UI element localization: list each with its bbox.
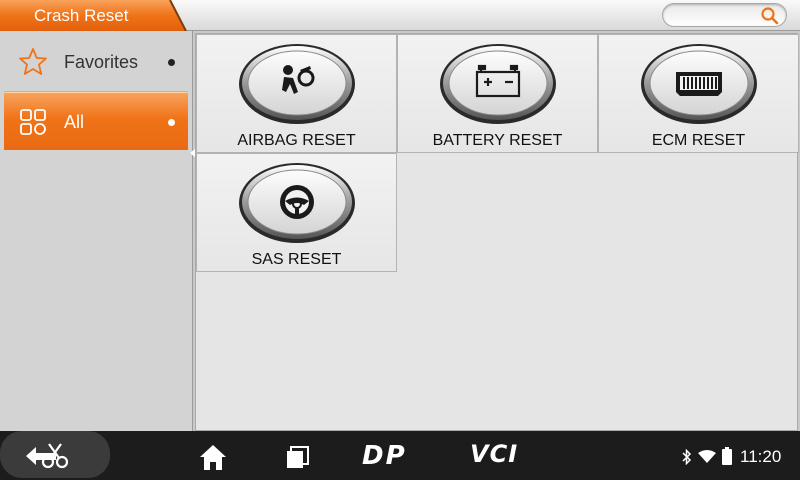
sidebar-item-favorites[interactable]: Favorites (4, 33, 188, 91)
battery-reset-tile[interactable]: BATTERY RESET (397, 34, 598, 153)
navigation-bar: DP VCI 11:20 (0, 431, 800, 480)
sidebar-item-dot (168, 59, 175, 66)
tile-label: BATTERY RESET (432, 132, 563, 149)
function-grid: AIRBAG RESET BATTERY RESET ECM RESET SAS… (195, 33, 799, 431)
dp-logo[interactable]: DP (362, 441, 422, 471)
sidebar-item-label: Favorites (64, 52, 139, 72)
screenshot-button[interactable] (0, 431, 110, 478)
grid-icon (20, 109, 46, 135)
recent-apps-icon[interactable] (284, 445, 312, 469)
vci-logo-text: VCI (470, 440, 519, 468)
ecm-connector-icon (676, 72, 722, 96)
airbag-reset-tile[interactable]: AIRBAG RESET (196, 34, 397, 153)
sidebar-item-dot (168, 119, 175, 126)
airbag-reset-button[interactable] (238, 42, 356, 124)
tile-label: SAS RESET (251, 251, 342, 268)
header-bar: Crash Reset (0, 0, 800, 31)
status-time: 11:20 (740, 447, 782, 466)
scissors-icon (41, 443, 69, 469)
steering-wheel-icon (280, 185, 314, 219)
dp-logo-text: DP (362, 441, 407, 471)
star-icon (19, 48, 47, 75)
ecm-reset-button[interactable] (640, 42, 758, 124)
tile-label: AIRBAG RESET (237, 132, 356, 149)
page-title: Crash Reset (34, 6, 129, 25)
wifi-icon (698, 450, 716, 463)
title-tab: Crash Reset (0, 0, 196, 31)
sidebar-item-all[interactable]: All (4, 92, 188, 150)
search-input[interactable] (662, 3, 787, 27)
battery-reset-button[interactable] (439, 42, 557, 124)
sidebar-item-label: All (64, 112, 85, 132)
sidebar: Favorites All (0, 31, 196, 431)
home-icon[interactable] (198, 443, 228, 471)
search-icon[interactable] (760, 6, 780, 26)
sas-reset-tile[interactable]: SAS RESET (196, 153, 397, 272)
vci-logo[interactable]: VCI (470, 439, 530, 469)
tile-label: ECM RESET (651, 132, 746, 149)
crash-reset-screen: Crash Reset Favorites All AIRBAG RESET B… (0, 0, 800, 480)
ecm-reset-tile[interactable]: ECM RESET (598, 34, 799, 153)
battery-status-icon (722, 447, 732, 465)
sas-reset-button[interactable] (238, 161, 356, 243)
bluetooth-icon (682, 449, 692, 465)
